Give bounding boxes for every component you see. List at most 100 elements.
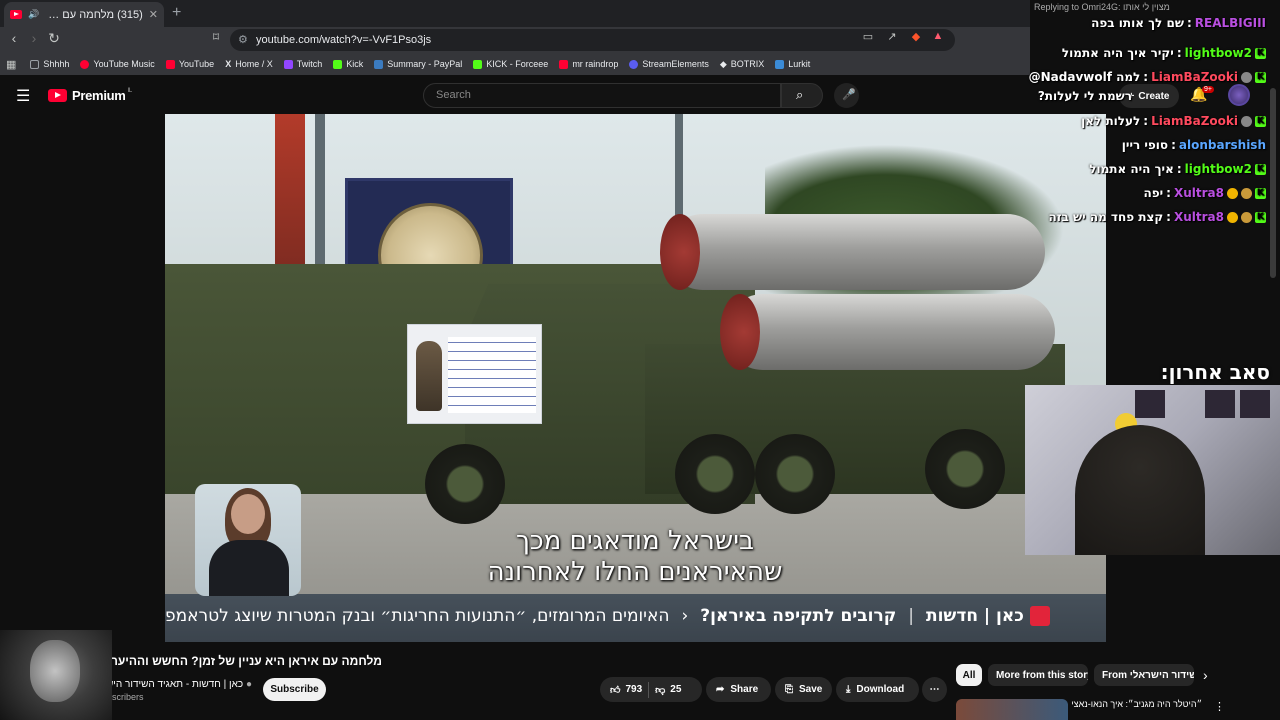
- site-info-icon[interactable]: ⚙: [238, 33, 248, 46]
- botrix-icon: ◆: [719, 58, 727, 69]
- kick-icon: [333, 59, 343, 69]
- channel-name[interactable]: ● כאן | חדשות - תאגיד השידור הישראלי: [112, 679, 252, 690]
- kan-logo-icon: [1029, 606, 1050, 626]
- related-more-icon[interactable]: ⋮: [1214, 700, 1225, 713]
- video-frame-flag: [275, 114, 305, 284]
- kick-badge-icon: K: [1255, 115, 1266, 127]
- lurkit-icon: [775, 59, 785, 69]
- kick-badge-icon: K: [1255, 211, 1266, 223]
- user-badge-icon: [1241, 115, 1252, 127]
- chip-from-channel[interactable]: From השידור הישראלי: [1094, 664, 1194, 686]
- chevron-right-icon[interactable]: ›: [1203, 667, 1208, 683]
- x-icon: X: [225, 59, 232, 69]
- bookmark-item[interactable]: Shhhh: [30, 59, 69, 69]
- bookmark-item[interactable]: X Home / X: [225, 59, 273, 69]
- chat-username: Xultra8: [1173, 210, 1224, 224]
- video-frame-wheel: [925, 429, 1005, 509]
- browser-tab[interactable]: 🔊 (315) מלחמה עם איראן היא ע ✕: [4, 2, 164, 27]
- kick-icon: [473, 59, 483, 69]
- streamer-webcam: [1025, 385, 1280, 555]
- ticker-divider: |: [908, 606, 914, 626]
- bookmark-item[interactable]: Twitch: [283, 59, 322, 69]
- search-button[interactable]: ⌕: [781, 83, 823, 108]
- chat-message: K lightbow2: איך היה אתמול: [1089, 162, 1266, 176]
- bookmark-item[interactable]: KICK - Forceee: [473, 59, 548, 69]
- back-icon[interactable]: ‹: [4, 30, 24, 46]
- ticker-text: האיומים המרומזים, ״התנועות החריגות״ ובנק…: [165, 606, 670, 626]
- speaker-icon[interactable]: 🔊: [28, 9, 39, 20]
- chat-message: K LiamBaZooki: @Nadavwolf למה: [1028, 70, 1266, 84]
- brave-shield-icon[interactable]: ◆: [906, 30, 926, 43]
- share-page-icon[interactable]: ↗: [882, 30, 902, 43]
- search-input[interactable]: Search: [423, 83, 781, 108]
- like-dislike-segment: 👍︎ 793 👎︎ 25: [600, 677, 702, 702]
- folder-icon: [30, 59, 40, 69]
- tab-title: (315) מלחמה עם איראן היא ע: [45, 8, 143, 21]
- chat-message: רשמת לי לעלות?: [1038, 89, 1132, 103]
- more-actions-button[interactable]: ⋯: [922, 677, 947, 702]
- new-tab-icon[interactable]: +: [172, 4, 181, 22]
- chat-text: @Nadavwolf למה: [1028, 70, 1141, 84]
- ticker-arrow-icon: ‹: [681, 606, 689, 626]
- thumbs-down-icon: 👎︎: [655, 684, 666, 696]
- browser-tab-strip: 🔊 (315) מלחמה עם איראן היא ע ✕ +: [0, 0, 1030, 27]
- voice-search-button[interactable]: 🎤: [834, 83, 859, 108]
- forward-icon[interactable]: ›: [24, 30, 44, 46]
- twitch-icon: [283, 59, 293, 69]
- youtube-logo[interactable]: Premium IL: [48, 88, 132, 103]
- video-player[interactable]: בישראל מודאגים מכך שהאיראנים החלו לאחרונ…: [165, 114, 1106, 642]
- youtube-music-icon: [80, 59, 90, 69]
- kick-badge-icon: K: [1255, 71, 1266, 83]
- bookmark-page-icon[interactable]: ⌑: [206, 30, 226, 44]
- close-tab-icon[interactable]: ✕: [149, 8, 158, 21]
- download-icon: ⤓: [846, 684, 851, 695]
- video-subtitles: בישראל מודאגים מכך שהאיראנים החלו לאחרונ…: [465, 526, 805, 588]
- youtube-favicon-icon: [10, 10, 22, 19]
- download-button[interactable]: ⤓ Download: [836, 677, 919, 702]
- streamer-figure: [1075, 425, 1205, 555]
- video-frame-missile-tube: [665, 214, 1045, 290]
- chat-text: סופי ריין: [1121, 138, 1169, 152]
- chat-text: קצת פחד מה יש בזה: [1048, 210, 1164, 224]
- chip-more-from-story[interactable]: More from this story: [988, 664, 1088, 686]
- bookmark-item[interactable]: StreamElements: [629, 59, 709, 69]
- sub-badge-icon: [1241, 211, 1252, 223]
- bookmark-item[interactable]: Summary - PayPal: [374, 59, 462, 69]
- related-video-title[interactable]: ״היטלר היה מגניב״: איך הנאו-נאצים: [1072, 699, 1202, 709]
- bookmark-item[interactable]: YouTube Music: [80, 59, 155, 69]
- menu-icon[interactable]: ☰: [16, 86, 30, 106]
- subscribe-button[interactable]: Subscribe: [263, 678, 326, 701]
- chat-text: לעלות לאן: [1081, 114, 1141, 128]
- video-frame-wheel: [425, 444, 505, 524]
- like-button[interactable]: 👍︎ 793: [610, 684, 642, 696]
- related-video-thumbnail[interactable]: [956, 699, 1068, 720]
- bookmark-item[interactable]: ◆ BOTRIX: [720, 59, 764, 70]
- subtitle-line: בישראל מודאגים מכך: [515, 526, 755, 556]
- bookmark-item[interactable]: YouTube: [165, 59, 214, 69]
- chat-message: K Xultra8: קצת פחד מה יש בזה: [1048, 210, 1266, 224]
- chat-username: alonbarshish: [1178, 138, 1266, 152]
- dislike-button[interactable]: 👎︎ 25: [655, 684, 681, 696]
- page-scrollbar[interactable]: [1270, 88, 1276, 278]
- chat-text: רשמת לי לעלות?: [1037, 89, 1132, 103]
- bookmark-item[interactable]: Lurkit: [775, 59, 810, 69]
- video-frame-wheel: [675, 434, 755, 514]
- mic-icon: 🎤: [842, 89, 856, 101]
- cast-icon[interactable]: ▭: [858, 30, 878, 43]
- chat-username: REALBIGIII: [1194, 16, 1266, 30]
- reload-icon[interactable]: ↻: [44, 30, 64, 47]
- rewards-icon[interactable]: ▲: [928, 30, 948, 42]
- sub-badge-icon: [1241, 187, 1252, 199]
- chat-text: איך היה אתמול: [1089, 162, 1174, 176]
- chat-username: lightbow2: [1184, 46, 1252, 60]
- bookmark-item[interactable]: Kick: [333, 59, 363, 69]
- bookmark-item[interactable]: mr raindrop: [559, 59, 618, 69]
- save-button[interactable]: ⎘ Save: [775, 677, 832, 702]
- save-icon: ⎘: [785, 684, 793, 695]
- chip-all[interactable]: All: [956, 664, 982, 686]
- news-ticker: כאן | חדשות | קרובים לתקיפה באיראן? ‹ הא…: [165, 600, 1106, 632]
- apps-grid-icon[interactable]: ▦: [6, 58, 16, 71]
- address-bar[interactable]: ⚙ youtube.com/watch?v=-VvF1Pso3js: [230, 29, 955, 51]
- chat-message: alonbarshish: סופי ריין: [1121, 138, 1266, 152]
- share-button[interactable]: ➦ Share: [706, 677, 771, 702]
